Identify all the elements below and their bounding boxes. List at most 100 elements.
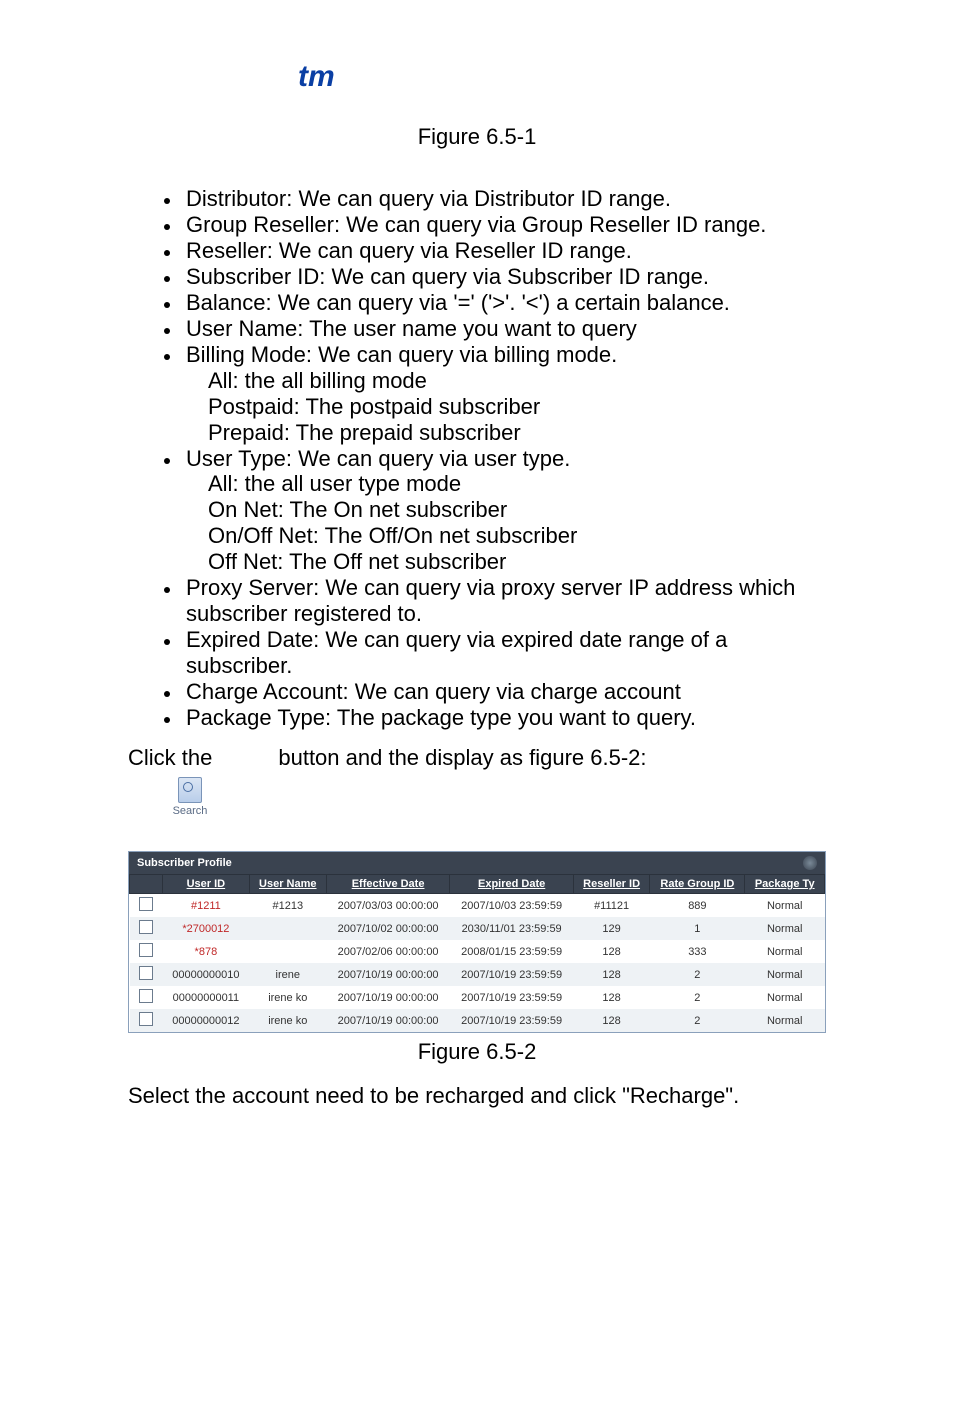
usertype-sub-on: On Net: The On net subscriber <box>128 497 826 523</box>
cell-effective: 2007/03/03 00:00:00 <box>326 894 450 918</box>
cell-user-id[interactable]: #1211 <box>163 894 250 918</box>
cell-user-name: irene ko <box>249 1009 326 1032</box>
table-row[interactable]: 00000000010irene2007/10/19 00:00:002007/… <box>130 963 825 986</box>
cell-package: Normal <box>745 963 825 986</box>
bullet-package: Package Type: The package type you want … <box>182 705 826 731</box>
cell-effective: 2007/10/19 00:00:00 <box>326 1009 450 1032</box>
cell-rate-group: 889 <box>650 894 745 918</box>
cell-user-name <box>249 940 326 963</box>
billing-sub-all: All: the all billing mode <box>128 368 826 394</box>
bullet-billing-mode: Billing Mode: We can query via billing m… <box>182 342 826 368</box>
row-checkbox[interactable] <box>139 989 153 1003</box>
cell-package: Normal <box>745 986 825 1009</box>
figure-caption-1: Figure 6.5-1 <box>128 124 826 150</box>
cell-package: Normal <box>745 1009 825 1032</box>
search-icon <box>178 777 202 803</box>
cell-reseller: 128 <box>573 986 649 1009</box>
bullet-reseller: Reseller: We can query via Reseller ID r… <box>182 238 826 264</box>
search-button[interactable]: Search <box>166 777 214 817</box>
col-reseller-id[interactable]: Reseller ID <box>573 875 649 894</box>
table-row[interactable]: *878 2007/02/06 00:00:002008/01/15 23:59:… <box>130 940 825 963</box>
usertype-sub-all: All: the all user type mode <box>128 471 826 497</box>
cell-user-id[interactable]: 00000000010 <box>163 963 250 986</box>
table-row[interactable]: 00000000011irene ko2007/10/19 00:00:0020… <box>130 986 825 1009</box>
cell-expired: 2007/10/03 23:59:59 <box>450 894 574 918</box>
panel-title: Subscriber Profile <box>137 857 232 869</box>
bullet-expired: Expired Date: We can query via expired d… <box>182 627 826 679</box>
cell-reseller: 129 <box>573 917 649 940</box>
cell-rate-group: 2 <box>650 1009 745 1032</box>
query-options-list: Distributor: We can query via Distributo… <box>128 186 826 368</box>
cell-package: Normal <box>745 940 825 963</box>
cell-effective: 2007/10/19 00:00:00 <box>326 986 450 1009</box>
col-package-type[interactable]: Package Ty <box>745 875 825 894</box>
query-options-list-3: Proxy Server: We can query via proxy ser… <box>128 575 826 731</box>
cell-package: Normal <box>745 917 825 940</box>
billing-sub-postpaid: Postpaid: The postpaid subscriber <box>128 394 826 420</box>
brand-logo: tm <box>128 60 826 94</box>
bullet-balance: Balance: We can query via '=' ('>'. '<')… <box>182 290 826 316</box>
col-user-name[interactable]: User Name <box>249 875 326 894</box>
subscriber-profile-panel: Subscriber Profile User ID User Name Eff… <box>128 851 826 1033</box>
cell-user-id[interactable]: *878 <box>163 940 250 963</box>
bullet-proxy: Proxy Server: We can query via proxy ser… <box>182 575 826 627</box>
search-button-label: Search <box>166 805 214 817</box>
row-checkbox[interactable] <box>139 897 153 911</box>
cell-expired: 2030/11/01 23:59:59 <box>450 917 574 940</box>
cell-expired: 2007/10/19 23:59:59 <box>450 986 574 1009</box>
bullet-subscriber-id: Subscriber ID: We can query via Subscrib… <box>182 264 826 290</box>
cell-rate-group: 333 <box>650 940 745 963</box>
cell-user-name: irene ko <box>249 986 326 1009</box>
cell-user-id[interactable]: 00000000011 <box>163 986 250 1009</box>
cell-package: Normal <box>745 894 825 918</box>
query-options-list-2: User Type: We can query via user type. <box>128 446 826 472</box>
row-checkbox[interactable] <box>139 920 153 934</box>
bullet-user-name: User Name: The user name you want to que… <box>182 316 826 342</box>
billing-sub-prepaid: Prepaid: The prepaid subscriber <box>128 420 826 446</box>
cell-effective: 2007/10/19 00:00:00 <box>326 963 450 986</box>
cell-user-id[interactable]: 00000000012 <box>163 1009 250 1032</box>
row-checkbox[interactable] <box>139 943 153 957</box>
cell-effective: 2007/10/02 00:00:00 <box>326 917 450 940</box>
table-row[interactable]: #1211#12132007/03/03 00:00:002007/10/03 … <box>130 894 825 918</box>
cell-effective: 2007/02/06 00:00:00 <box>326 940 450 963</box>
bullet-group-reseller: Group Reseller: We can query via Group R… <box>182 212 826 238</box>
final-instruction: Select the account need to be recharged … <box>128 1083 826 1109</box>
cell-user-name <box>249 917 326 940</box>
cell-reseller: #11121 <box>573 894 649 918</box>
figure-caption-2: Figure 6.5-2 <box>128 1039 826 1065</box>
click-instruction: Click the button and the display as figur… <box>128 745 826 771</box>
cell-user-id[interactable]: *2700012 <box>163 917 250 940</box>
click-suffix: button and the display as figure 6.5-2: <box>278 745 646 770</box>
cell-reseller: 128 <box>573 1009 649 1032</box>
usertype-sub-off: Off Net: The Off net subscriber <box>128 549 826 575</box>
magnifier-icon[interactable] <box>803 856 817 870</box>
table-row[interactable]: *2700012 2007/10/02 00:00:002030/11/01 23… <box>130 917 825 940</box>
bullet-charge: Charge Account: We can query via charge … <box>182 679 826 705</box>
row-checkbox[interactable] <box>139 966 153 980</box>
col-rate-group-id[interactable]: Rate Group ID <box>650 875 745 894</box>
table-row[interactable]: 00000000012irene ko2007/10/19 00:00:0020… <box>130 1009 825 1032</box>
cell-expired: 2007/10/19 23:59:59 <box>450 1009 574 1032</box>
cell-user-name: irene <box>249 963 326 986</box>
subscriber-table: User ID User Name Effective Date Expired… <box>129 874 825 1032</box>
col-checkbox <box>130 875 163 894</box>
col-expired-date[interactable]: Expired Date <box>450 875 574 894</box>
row-checkbox[interactable] <box>139 1012 153 1026</box>
panel-title-bar: Subscriber Profile <box>129 852 825 874</box>
cell-rate-group: 1 <box>650 917 745 940</box>
click-prefix: Click the <box>128 745 212 770</box>
logo-text: tm <box>298 60 335 94</box>
cell-user-name: #1213 <box>249 894 326 918</box>
col-effective-date[interactable]: Effective Date <box>326 875 450 894</box>
bullet-user-type: User Type: We can query via user type. <box>182 446 826 472</box>
cell-rate-group: 2 <box>650 986 745 1009</box>
cell-rate-group: 2 <box>650 963 745 986</box>
usertype-sub-onoff: On/Off Net: The Off/On net subscriber <box>128 523 826 549</box>
bullet-distributor: Distributor: We can query via Distributo… <box>182 186 826 212</box>
cell-expired: 2007/10/19 23:59:59 <box>450 963 574 986</box>
col-user-id[interactable]: User ID <box>163 875 250 894</box>
cell-expired: 2008/01/15 23:59:59 <box>450 940 574 963</box>
cell-reseller: 128 <box>573 940 649 963</box>
cell-reseller: 128 <box>573 963 649 986</box>
